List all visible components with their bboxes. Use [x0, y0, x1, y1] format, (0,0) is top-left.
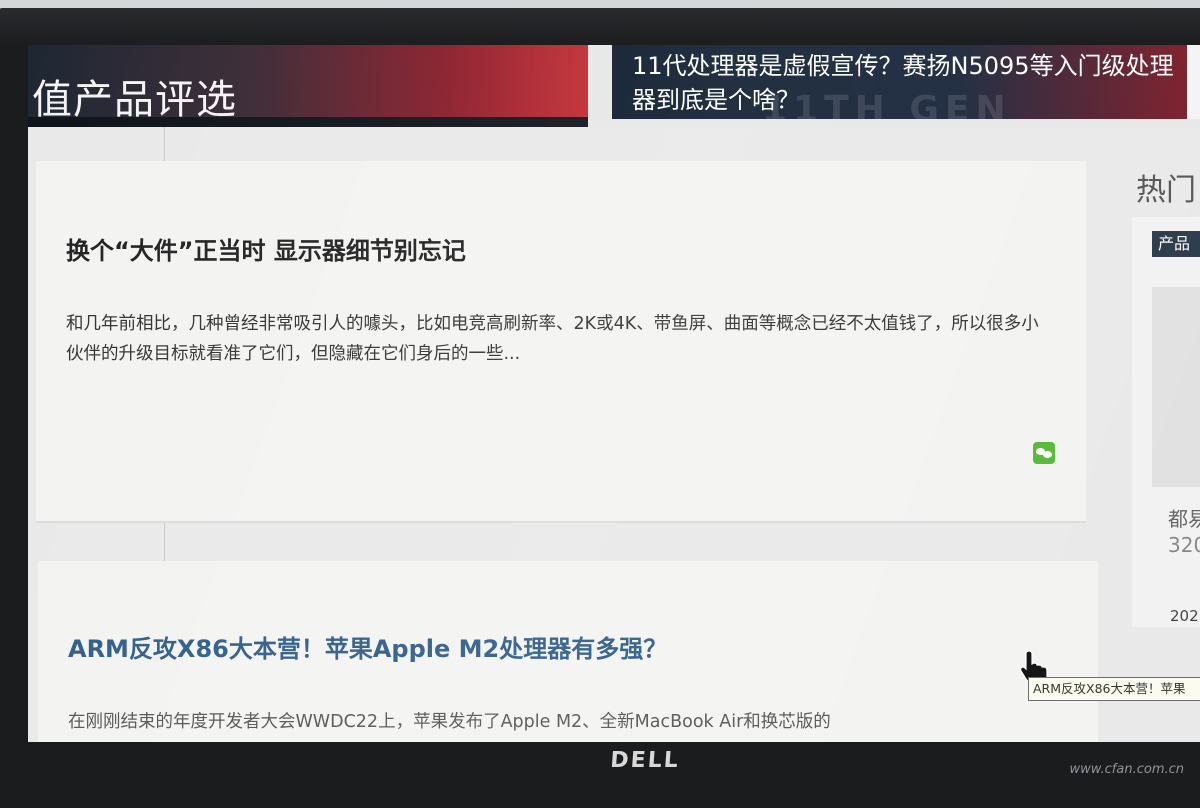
sidebar-product-card[interactable]: 产品 都易 320 202 [1132, 217, 1200, 627]
article-card[interactable]: ARM反攻X86大本营！苹果Apple M2处理器有多强？ 在刚刚结束的年度开发… [38, 561, 1098, 742]
sidebar-product-image[interactable] [1152, 287, 1200, 487]
section-banner[interactable]: 值产品评选 [28, 45, 588, 127]
sidebar-tag: 产品 [1152, 231, 1200, 257]
banner-gap [1187, 45, 1200, 119]
sidebar-date: 202 [1170, 607, 1199, 625]
article-title[interactable]: ARM反攻X86大本营！苹果Apple M2处理器有多强？ [68, 629, 667, 664]
featured-headline[interactable]: 11代处理器是虚假宣传？赛扬N5095等入门级处理器到底是个啥？ [632, 49, 1177, 117]
banner-stripe [28, 117, 588, 127]
sidebar-product-detail: 320 [1168, 533, 1200, 557]
photo-watermark: www.cfan.com.cn [1069, 762, 1184, 777]
wechat-share-icon[interactable] [1033, 442, 1055, 464]
article-title[interactable]: 换个“大件”正当时 显示器细节别忘记 [66, 231, 466, 266]
article-summary: 在刚刚结束的年度开发者大会WWDC22上，苹果发布了Apple M2、全新Mac… [68, 712, 831, 732]
featured-headline-banner[interactable]: 11TH GEN 11代处理器是虚假宣传？赛扬N5095等入门级处理器到底是个啥… [612, 45, 1187, 119]
link-tooltip: ARM反攻X86大本营！苹果 [1028, 677, 1200, 701]
sidebar-title: 热门 [1136, 173, 1196, 208]
sidebar-product-name[interactable]: 都易 [1168, 503, 1200, 532]
article-summary: 和几年前相比，几种曾经非常吸引人的噱头，比如电竞高刷新率、2K或4K、带鱼屏、曲… [66, 314, 1039, 364]
article-card[interactable]: 换个“大件”正当时 显示器细节别忘记 和几年前相比，几种曾经非常吸引人的噱头，比… [36, 161, 1086, 523]
bezel-sheen [0, 8, 1200, 48]
monitor-brand-logo: DELL [609, 748, 681, 773]
screen: 值产品评选 11TH GEN 11代处理器是虚假宣传？赛扬N5095等入门级处理… [28, 45, 1200, 742]
